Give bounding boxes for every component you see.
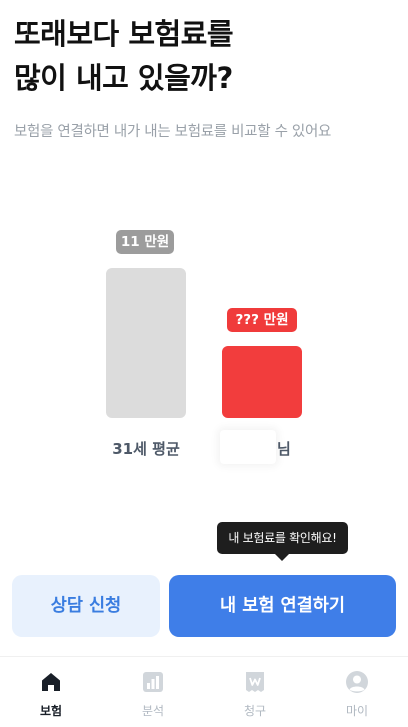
home-icon [42, 673, 60, 691]
headline-line-2: 많이 내고 있을까? [14, 61, 233, 95]
tab-my[interactable]: 마이 [306, 657, 408, 727]
tab-label: 분석 [141, 704, 165, 718]
profile-icon [346, 671, 368, 693]
chart-icon [143, 672, 163, 692]
subtitle: 보험을 연결하면 내가 내는 보험료를 비교할 수 있어요 [14, 124, 332, 140]
my-value-badge: ??? 만원 [227, 308, 297, 332]
tab-claim[interactable]: 청구 [204, 657, 306, 727]
tooltip-arrow [275, 554, 289, 561]
tab-analysis[interactable]: 분석 [102, 657, 204, 727]
headline: 또래보다 보험료를 많이 내고 있을까? [14, 12, 394, 100]
tab-label: 보험 [39, 704, 63, 718]
headline-line-1: 또래보다 보험료를 [14, 17, 234, 51]
connect-tooltip: 내 보험료를 확인해요! [217, 522, 348, 554]
connect-insurance-button[interactable]: 내 보험 연결하기 [169, 575, 396, 637]
tab-label: 마이 [345, 704, 369, 718]
consult-request-button[interactable]: 상담 신청 [12, 575, 160, 637]
my-bar [222, 346, 302, 418]
bottom-tab-bar: 보험 분석 청구 마이 [0, 656, 408, 727]
receipt-icon [246, 672, 264, 692]
tab-label: 청구 [243, 704, 267, 718]
average-bar [106, 268, 186, 418]
my-caption-suffix: 님 [277, 440, 291, 458]
average-value-badge: 11 만원 [116, 230, 174, 254]
tab-insurance[interactable]: 보험 [0, 657, 102, 727]
average-caption: 31세 평균 [112, 440, 180, 458]
user-name-redacted [220, 430, 276, 464]
